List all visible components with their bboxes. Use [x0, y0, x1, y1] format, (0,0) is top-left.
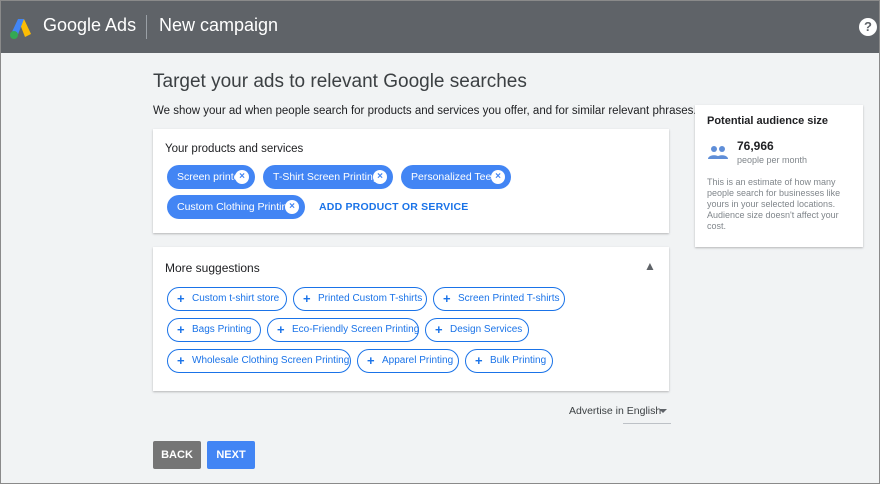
- chip-label: Custom Clothing Printing: [177, 201, 294, 213]
- plus-icon: +: [443, 291, 451, 306]
- remove-chip-icon[interactable]: ×: [373, 170, 387, 184]
- product-chip[interactable]: T-Shirt Screen Printing ×: [263, 165, 393, 189]
- language-select[interactable]: Advertise in English: [569, 405, 661, 417]
- chevron-up-icon[interactable]: ▲: [643, 259, 657, 273]
- section-subtitle: We show your ad when people search for p…: [153, 105, 697, 117]
- suggestion-label: Bulk Printing: [490, 355, 547, 366]
- suggestion-label: Wholesale Clothing Screen Printing: [192, 355, 350, 366]
- suggestion-chip[interactable]: + Apparel Printing: [357, 349, 459, 373]
- suggestion-label: Eco-Friendly Screen Printing: [292, 324, 420, 335]
- plus-icon: +: [475, 353, 483, 368]
- remove-chip-icon[interactable]: ×: [235, 170, 249, 184]
- suggestion-chip[interactable]: + Screen Printed T-shirts: [433, 287, 565, 311]
- product-chip[interactable]: Screen printer ×: [167, 165, 255, 189]
- plus-icon: +: [303, 291, 311, 306]
- brand-name[interactable]: Google Ads: [43, 15, 136, 36]
- chip-label: T-Shirt Screen Printing: [273, 171, 379, 183]
- suggestion-chip[interactable]: + Eco-Friendly Screen Printing: [267, 318, 419, 342]
- suggestion-chip[interactable]: + Wholesale Clothing Screen Printing: [167, 349, 351, 373]
- suggestion-chip[interactable]: + Printed Custom T-shirts: [293, 287, 427, 311]
- plus-icon: +: [177, 322, 185, 337]
- audience-description: This is an estimate of how many people s…: [707, 177, 841, 231]
- remove-chip-icon[interactable]: ×: [285, 200, 299, 214]
- language-underline: [623, 423, 671, 424]
- suggestion-chip[interactable]: + Custom t-shirt store: [167, 287, 287, 311]
- header-divider: [146, 15, 147, 39]
- suggestion-label: Apparel Printing: [382, 355, 454, 366]
- suggestions-card: More suggestions ▲ + Custom t-shirt stor…: [153, 247, 669, 391]
- page-title: New campaign: [159, 15, 279, 35]
- plus-icon: +: [277, 322, 285, 337]
- remove-chip-icon[interactable]: ×: [491, 170, 505, 184]
- plus-icon: +: [177, 353, 185, 368]
- next-button[interactable]: NEXT: [207, 441, 255, 469]
- suggestion-label: Bags Printing: [192, 324, 252, 335]
- suggestion-label: Printed Custom T-shirts: [318, 293, 423, 304]
- help-icon[interactable]: ?: [859, 18, 877, 36]
- products-card: Your products and services Screen printe…: [153, 129, 669, 233]
- back-button[interactable]: BACK: [153, 441, 201, 469]
- suggestion-label: Design Services: [450, 324, 523, 335]
- plus-icon: +: [435, 322, 443, 337]
- audience-unit: people per month: [737, 155, 808, 165]
- product-chip[interactable]: Custom Clothing Printing ×: [167, 195, 305, 219]
- audience-title: Potential audience size: [707, 115, 829, 127]
- audience-count: 76,966: [737, 139, 774, 153]
- plus-icon: +: [367, 353, 375, 368]
- suggestion-chip[interactable]: + Design Services: [425, 318, 529, 342]
- chip-label: Screen printer: [177, 171, 243, 183]
- dropdown-arrow-icon[interactable]: [659, 409, 667, 413]
- suggestion-chip[interactable]: + Bags Printing: [167, 318, 261, 342]
- google-ads-logo-icon[interactable]: [9, 17, 35, 39]
- suggestions-card-title: More suggestions: [165, 261, 260, 275]
- audience-panel: Potential audience size 76,966 people pe…: [695, 105, 863, 247]
- product-chip[interactable]: Personalized Tees ×: [401, 165, 511, 189]
- top-bar: Google Ads New campaign ?: [1, 1, 879, 53]
- suggestion-chip[interactable]: + Bulk Printing: [465, 349, 553, 373]
- add-product-link[interactable]: ADD PRODUCT OR SERVICE: [319, 201, 468, 213]
- plus-icon: +: [177, 291, 185, 306]
- chip-label: Personalized Tees: [411, 171, 497, 183]
- suggestion-label: Screen Printed T-shirts: [458, 293, 560, 304]
- section-heading: Target your ads to relevant Google searc…: [153, 71, 527, 92]
- app-window: Google Ads New campaign ? Target your ad…: [0, 0, 880, 484]
- suggestion-label: Custom t-shirt store: [192, 293, 280, 304]
- people-icon: [708, 146, 728, 159]
- products-card-title: Your products and services: [165, 143, 304, 155]
